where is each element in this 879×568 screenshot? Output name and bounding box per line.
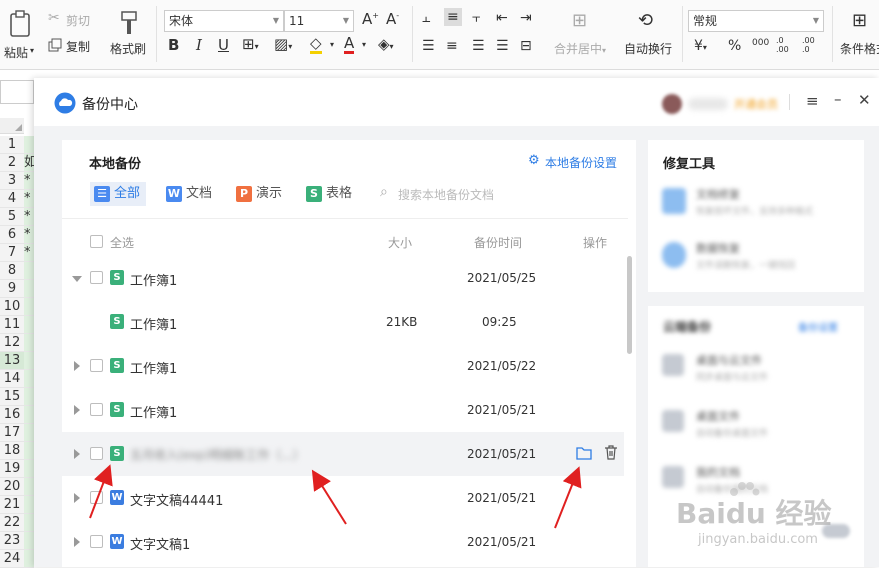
annotation-arrow-checkbox xyxy=(89,464,113,519)
annotation-arrow-folder xyxy=(554,466,582,529)
annotation-arrows xyxy=(89,464,582,529)
annotation-arrow-filename xyxy=(311,469,347,525)
